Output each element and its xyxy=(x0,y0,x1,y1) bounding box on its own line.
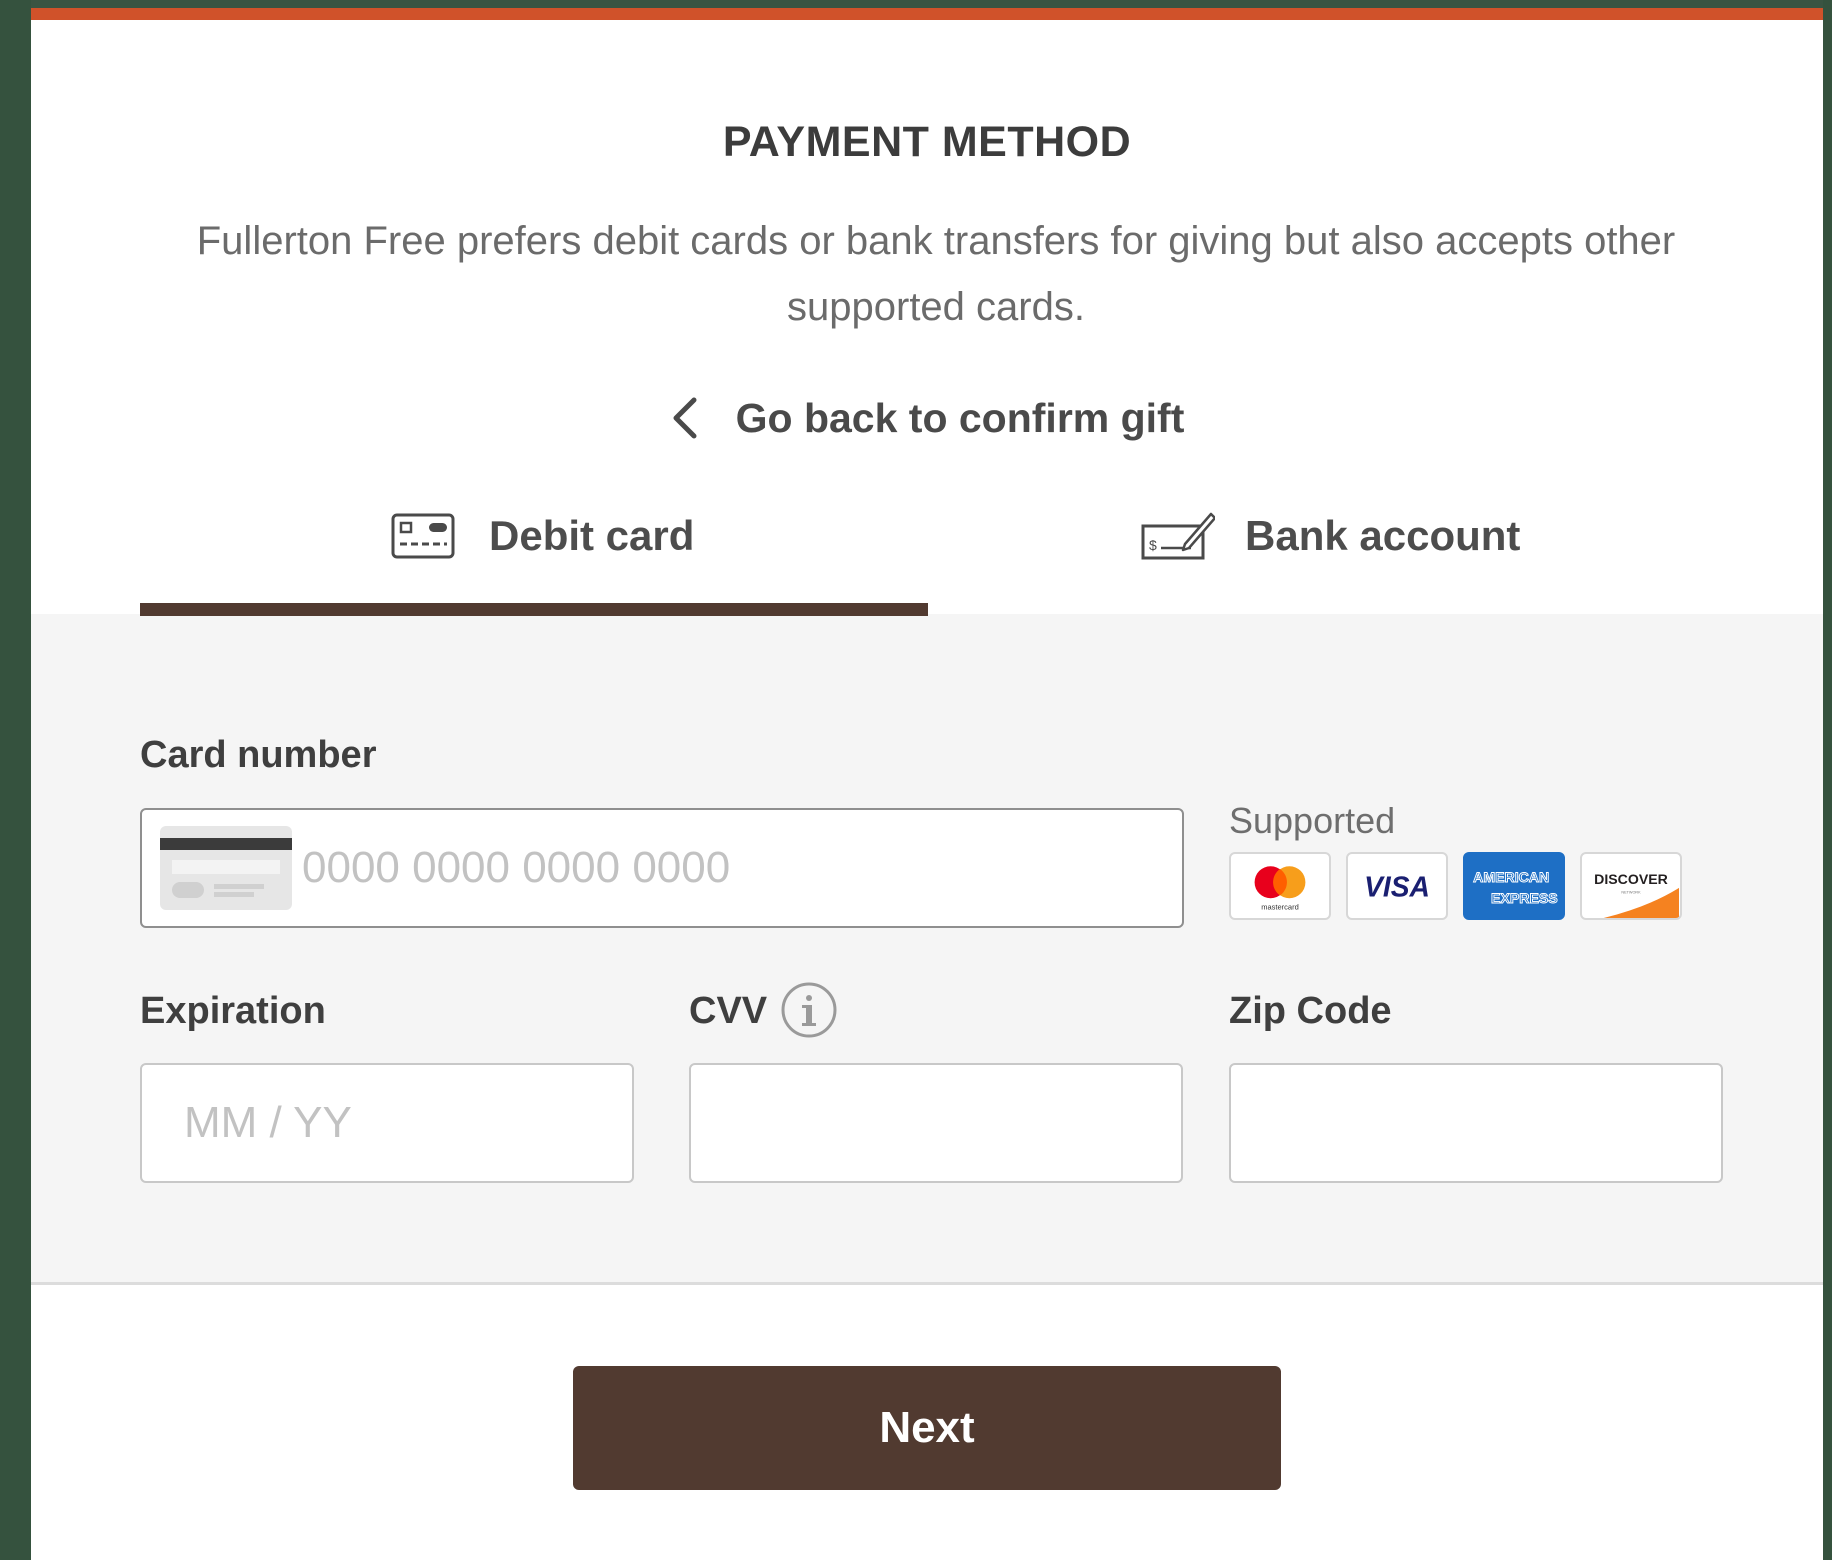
cvv-input[interactable] xyxy=(691,1065,1181,1181)
zip-code-input[interactable] xyxy=(1231,1065,1721,1181)
credit-card-icon xyxy=(160,826,292,910)
page-description: Fullerton Free prefers debit cards or ba… xyxy=(196,219,1676,329)
discover-logo: DISCOVER NETWORK xyxy=(1580,852,1682,920)
card-form xyxy=(31,614,1823,1285)
page-title: PAYMENT METHOD xyxy=(722,118,1132,166)
american-express-logo: AMERICAN EXPRESS xyxy=(1463,852,1565,920)
visa-logo: VISA xyxy=(1346,852,1448,920)
amex-text-2: EXPRESS xyxy=(1491,890,1558,906)
tab-bank-account-label: Bank account xyxy=(1245,512,1521,559)
cvv-field[interactable] xyxy=(689,1063,1183,1183)
discover-text: DISCOVER xyxy=(1594,871,1668,887)
back-to-confirm-gift-link[interactable]: Go back to confirm gift xyxy=(31,390,1823,446)
payment-panel: PAYMENT METHOD Fullerton Free prefers de… xyxy=(31,0,1823,1560)
supported-cards-label: Supported xyxy=(1229,800,1396,841)
back-link-label: Go back to confirm gift xyxy=(735,394,1185,441)
expiration-field[interactable] xyxy=(140,1063,634,1183)
card-number-label: Card number xyxy=(140,734,377,776)
tab-debit-card-label: Debit card xyxy=(489,512,695,559)
mastercard-text: mastercard xyxy=(1261,903,1299,912)
next-button[interactable]: Next xyxy=(573,1366,1281,1490)
cvv-label: CVV xyxy=(689,990,768,1032)
card-number-input[interactable] xyxy=(142,810,1182,926)
chevron-left-icon xyxy=(673,397,697,439)
zip-code-field[interactable] xyxy=(1229,1063,1723,1183)
top-accent-bar xyxy=(31,8,1823,20)
zip-code-label: Zip Code xyxy=(1229,990,1392,1032)
tab-bank-account[interactable]: $ Bank account xyxy=(1141,500,1520,572)
discover-network-text: NETWORK xyxy=(1621,891,1641,895)
tab-debit-card[interactable]: Debit card xyxy=(391,500,694,572)
check-icon: $ xyxy=(1141,512,1215,560)
mastercard-logo: mastercard xyxy=(1229,852,1331,920)
amex-text-1: AMERICAN xyxy=(1473,869,1549,885)
expiration-label: Expiration xyxy=(140,990,326,1032)
card-number-field[interactable] xyxy=(140,808,1184,928)
debit-card-icon xyxy=(391,513,455,559)
active-tab-indicator xyxy=(140,603,928,616)
info-icon[interactable] xyxy=(780,981,838,1039)
svg-text:$: $ xyxy=(1149,537,1157,553)
visa-text: VISA xyxy=(1364,870,1430,902)
top-stripe xyxy=(31,0,1823,8)
expiration-input[interactable] xyxy=(142,1065,632,1181)
